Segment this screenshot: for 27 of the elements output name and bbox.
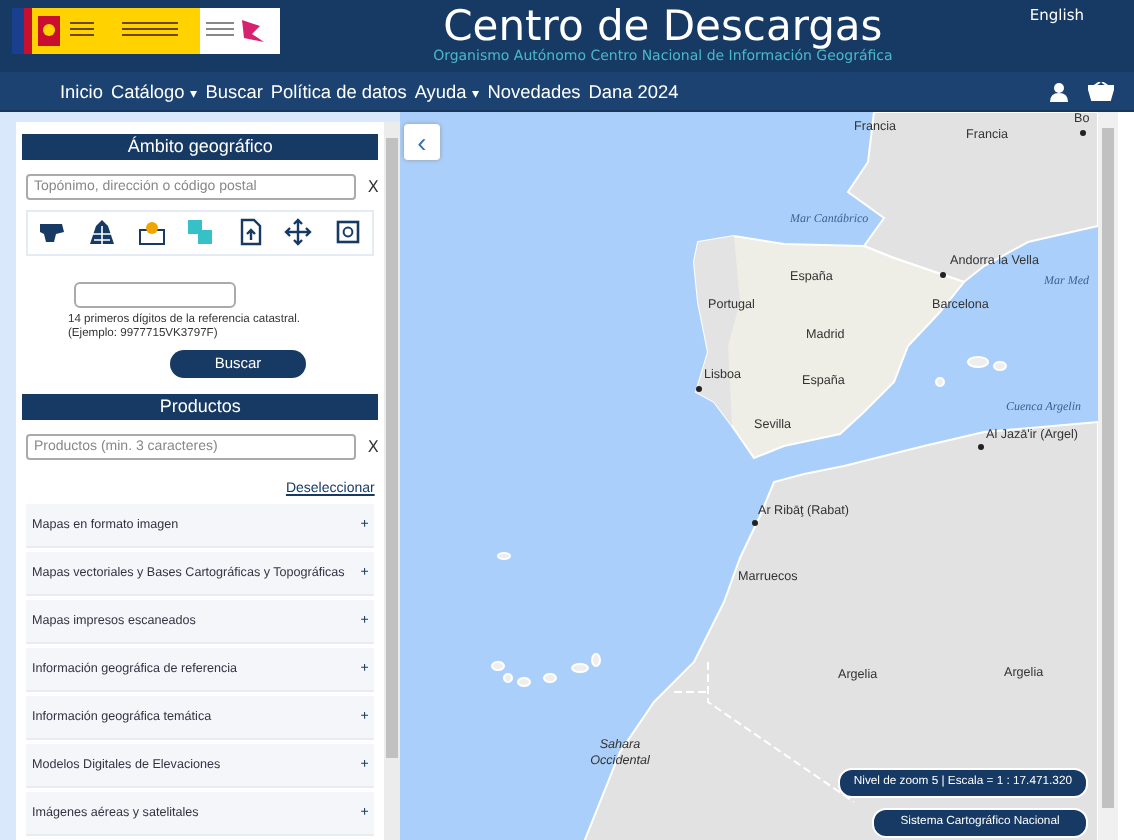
nav-link[interactable]: Novedades	[487, 81, 581, 101]
cadastral-reference-field[interactable]	[74, 281, 236, 308]
clear-button[interactable]: X	[367, 178, 379, 196]
user-icon[interactable]	[1050, 81, 1068, 101]
nav-link[interactable]: Inicio	[60, 81, 103, 101]
scrollbar[interactable]	[384, 122, 400, 840]
clear-button[interactable]: X	[367, 438, 379, 456]
section-header: Productos	[22, 394, 379, 420]
map-pin-icon[interactable]	[137, 218, 166, 247]
nav-link[interactable]: Dana 2024	[588, 81, 679, 101]
city-dot-icon	[978, 444, 984, 450]
map-grid-icon[interactable]	[87, 218, 116, 247]
city-dot-icon	[752, 520, 758, 526]
nav-link[interactable]: Buscar	[205, 81, 263, 101]
city-dot-icon	[1080, 130, 1086, 136]
nav-link[interactable]: Política de datos	[270, 81, 407, 101]
city-dot-icon	[940, 272, 946, 278]
move-arrows-icon[interactable]	[284, 218, 313, 247]
file-upload-icon[interactable]	[235, 218, 264, 247]
collapse-panel-button[interactable]: ‹	[404, 124, 440, 160]
zoom-frame-icon[interactable]	[333, 218, 362, 247]
scrollbar[interactable]	[1098, 112, 1118, 840]
basket-icon[interactable]	[1088, 81, 1114, 101]
section-header: Ámbito geográfico	[22, 134, 379, 160]
country-shape-icon[interactable]	[38, 218, 67, 247]
city-dot-icon	[696, 386, 702, 392]
site-title: Centro de Descargas	[443, 4, 883, 48]
